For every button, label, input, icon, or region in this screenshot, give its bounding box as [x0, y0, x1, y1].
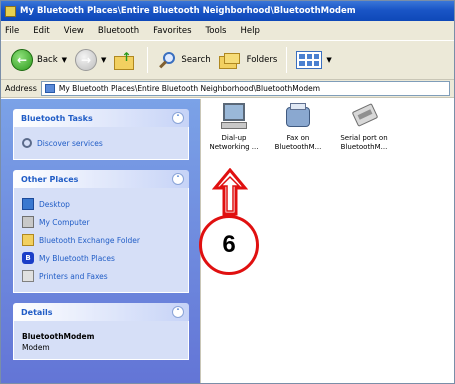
details-device-type: Modem: [22, 343, 50, 352]
menu-help[interactable]: Help: [241, 26, 260, 36]
task-label: Discover services: [37, 138, 103, 148]
views-button[interactable]: ▼: [292, 46, 335, 74]
callout-step-number: 6: [199, 215, 259, 275]
callout-arrow-icon: [212, 168, 248, 216]
up-folder-icon: ↑: [114, 50, 138, 70]
menu-tools[interactable]: Tools: [206, 26, 227, 36]
file-item-dialup[interactable]: Dial-up Networking ...: [203, 103, 265, 152]
file-item-fax[interactable]: Fax on BluetoothM...: [267, 103, 329, 152]
place-printers-and-faxes[interactable]: Printers and Faxes: [22, 267, 180, 285]
bluetooth-tasks-header[interactable]: Bluetooth Tasks ˄: [13, 109, 189, 127]
task-pane: Bluetooth Tasks ˄ Discover services Othe…: [1, 99, 200, 383]
file-label-line1: Dial-up: [221, 134, 247, 142]
computer-icon: [22, 216, 34, 228]
forward-arrow-icon: →: [75, 49, 98, 71]
panel-title: Other Places: [21, 174, 79, 184]
desktop-icon: [22, 198, 34, 210]
other-places-header[interactable]: Other Places ˄: [13, 170, 189, 188]
toolbar: ← Back ▼ → ▼ ↑ Search Folders ▼: [1, 40, 454, 80]
file-label-line2: BluetoothM...: [340, 143, 388, 151]
chevron-down-icon[interactable]: ▼: [326, 56, 331, 64]
other-places-panel: Other Places ˄ Desktop My Computer Bluet…: [13, 170, 189, 293]
menu-view[interactable]: View: [64, 26, 84, 36]
place-desktop[interactable]: Desktop: [22, 195, 180, 213]
place-label: Desktop: [39, 199, 70, 209]
folders-icon: [218, 50, 243, 70]
magnifier-icon: [22, 138, 32, 148]
fax-icon: [282, 103, 314, 131]
panel-title: Bluetooth Tasks: [21, 113, 93, 123]
chevron-down-icon[interactable]: ▼: [101, 56, 106, 64]
back-arrow-icon: ←: [11, 49, 33, 71]
folder-icon: [5, 5, 16, 17]
dialup-networking-icon: [218, 103, 250, 131]
place-label: Printers and Faxes: [39, 271, 108, 281]
serial-port-icon: [348, 103, 380, 131]
file-item-serial-port[interactable]: Serial port on BluetoothM...: [333, 103, 395, 152]
address-value: My Bluetooth Places\Entire Bluetooth Nei…: [58, 84, 321, 93]
file-label-line2: Networking ...: [209, 143, 259, 151]
title-bar[interactable]: My Bluetooth Places\Entire Bluetooth Nei…: [1, 1, 454, 21]
back-label: Back: [37, 55, 58, 65]
menu-favorites[interactable]: Favorites: [153, 26, 191, 36]
collapse-icon[interactable]: ˄: [172, 306, 184, 318]
details-device-name: BluetoothModem: [22, 332, 95, 341]
place-my-bluetooth-places[interactable]: B My Bluetooth Places: [22, 249, 180, 267]
file-label-line1: Serial port on: [340, 134, 388, 142]
collapse-icon[interactable]: ˄: [172, 112, 184, 124]
task-discover-services[interactable]: Discover services: [22, 134, 180, 152]
collapse-icon[interactable]: ˄: [172, 173, 184, 185]
file-label-line1: Fax on: [286, 134, 310, 142]
place-label: My Computer: [39, 217, 90, 227]
forward-button[interactable]: → ▼: [71, 46, 110, 74]
window-title: My Bluetooth Places\Entire Bluetooth Nei…: [20, 6, 356, 16]
up-folder-button[interactable]: ↑: [110, 46, 142, 74]
panel-title: Details: [21, 307, 53, 317]
details-header[interactable]: Details ˄: [13, 303, 189, 321]
menu-bluetooth[interactable]: Bluetooth: [98, 26, 139, 36]
address-input[interactable]: My Bluetooth Places\Entire Bluetooth Nei…: [40, 81, 450, 96]
menu-bar: File Edit View Bluetooth Favorites Tools…: [1, 21, 454, 40]
search-label: Search: [181, 55, 211, 65]
folders-button[interactable]: Folders: [215, 46, 282, 74]
back-button[interactable]: ← Back ▼: [7, 46, 71, 74]
search-icon: [157, 50, 177, 70]
views-icon: [296, 51, 323, 69]
bluetooth-icon: B: [22, 252, 34, 264]
toolbar-separator: [147, 47, 149, 73]
details-panel: Details ˄ BluetoothModem Modem: [13, 303, 189, 360]
file-label-line2: BluetoothM...: [274, 143, 322, 151]
bluetooth-folder-icon: [44, 84, 55, 93]
bluetooth-tasks-panel: Bluetooth Tasks ˄ Discover services: [13, 109, 189, 160]
menu-edit[interactable]: Edit: [33, 26, 49, 36]
address-bar: Address My Bluetooth Places\Entire Bluet…: [1, 80, 454, 98]
address-label: Address: [5, 84, 37, 93]
chevron-down-icon[interactable]: ▼: [62, 56, 67, 64]
folder-icon: [22, 234, 34, 246]
place-label: Bluetooth Exchange Folder: [39, 235, 141, 245]
toolbar-separator: [286, 47, 288, 73]
place-my-computer[interactable]: My Computer: [22, 213, 180, 231]
menu-file[interactable]: File: [5, 26, 19, 36]
place-label: My Bluetooth Places: [39, 253, 115, 263]
place-bluetooth-exchange-folder[interactable]: Bluetooth Exchange Folder: [22, 231, 180, 249]
folders-label: Folders: [246, 55, 278, 65]
printer-icon: [22, 270, 34, 282]
search-button[interactable]: Search: [153, 46, 214, 74]
